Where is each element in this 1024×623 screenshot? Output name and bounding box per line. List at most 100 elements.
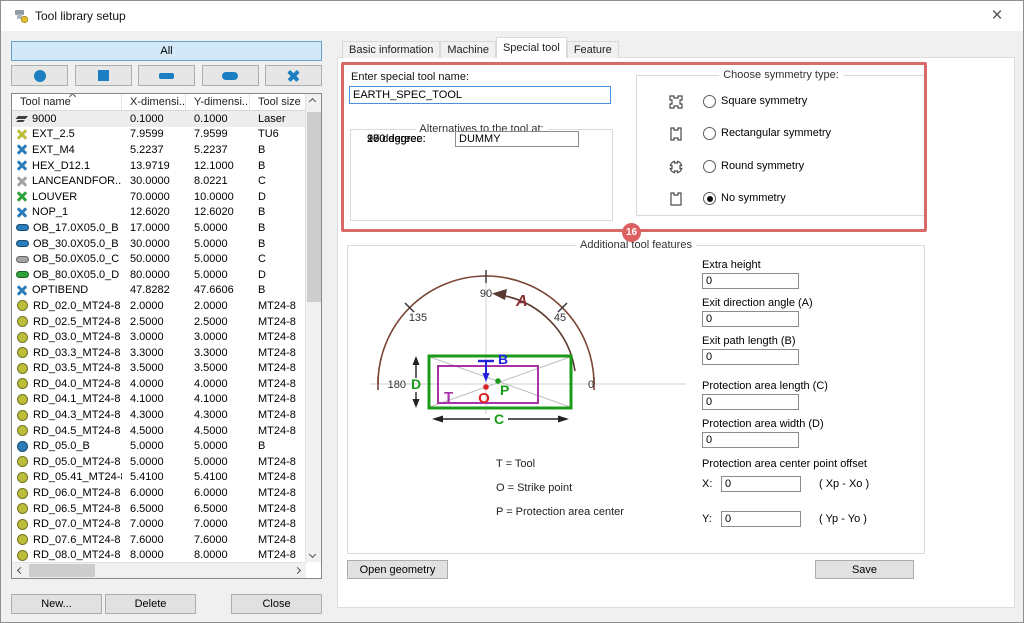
table-row[interactable]: RD_07.6_MT24-8 7.6000 7.6000 MT24-8 [12,532,306,548]
table-row[interactable]: LANCEANDFOR... 30.0000 8.0221 C [12,173,306,189]
table-row[interactable]: RD_06.5_MT24-8 6.5000 6.5000 MT24-8 [12,501,306,517]
offset-y-label: Y: [702,513,721,525]
feature-field-input[interactable] [702,349,799,365]
vertical-scrollbar-thumb[interactable] [307,112,321,302]
x-dimension-cell: 8.0000 [122,549,186,561]
tool-size-cell: D [250,191,306,203]
column-header-y-dimension[interactable]: Y-dimensi... [186,94,250,110]
tool-size-cell: MT24-8 [250,409,306,421]
symmetry-option-square[interactable]: Square symmetry [637,94,925,111]
square-symmetry-radio[interactable] [703,95,716,108]
square-symmetry-icon [667,93,685,111]
special-filter-button[interactable] [265,65,322,86]
table-row[interactable]: LOUVER 70.0000 10.0000 D [12,189,306,205]
tool-shape-icon [17,472,28,483]
horizontal-scrollbar[interactable] [12,562,306,578]
tool-name-cell: RD_04.1_MT24-8 [33,393,120,405]
delete-button[interactable]: Delete [105,594,196,614]
table-row[interactable]: OB_17.0X05.0_B 17.0000 5.0000 B [12,220,306,236]
offset-x-label: X: [702,478,721,490]
symmetry-option-round[interactable]: Round symmetry [637,159,925,176]
offset-y-input[interactable] [721,511,801,527]
tool-size-cell: D [250,269,306,281]
tab[interactable]: Special tool [496,37,567,58]
column-header-tool-size[interactable]: Tool size [250,94,306,110]
table-row[interactable]: RD_07.0_MT24-8 7.0000 7.0000 MT24-8 [12,516,306,532]
x-dimension-cell: 3.0000 [122,331,186,343]
table-row[interactable]: EXT_M4 5.2237 5.2237 B [12,142,306,158]
tool-size-cell: B [250,160,306,172]
svg-text:0: 0 [588,379,594,391]
column-header-x-dimension[interactable]: X-dimensi... [122,94,186,110]
tab[interactable]: Machine [440,41,496,58]
app-icon [13,8,29,24]
vertical-scrollbar[interactable] [305,94,321,562]
horizontal-scrollbar-thumb[interactable] [29,564,95,577]
open-geometry-button[interactable]: Open geometry [347,560,448,579]
save-button[interactable]: Save [815,560,914,579]
rectangle-filter-button[interactable] [138,65,195,86]
scroll-right-icon[interactable] [294,567,301,574]
close-dialog-button[interactable]: Close [231,594,322,614]
tab[interactable]: Feature [567,41,619,58]
x-dimension-cell: 5.4100 [122,471,186,483]
table-row[interactable]: OB_80.0X05.0_D 80.0000 5.0000 D [12,267,306,283]
symmetry-option-rectangular[interactable]: Rectangular symmetry [637,126,925,143]
square-filter-button[interactable] [75,65,132,86]
scroll-up-icon[interactable] [309,98,316,105]
tool-name-cell: RD_05.41_MT24-8 [33,471,122,483]
svg-text:A: A [515,293,528,310]
table-row[interactable]: OPTIBEND 47.8282 47.6606 B [12,283,306,299]
table-row[interactable]: RD_04.0_MT24-8 4.0000 4.0000 MT24-8 [12,376,306,392]
y-dimension-cell: 7.6000 [186,534,250,546]
circle-filter-button[interactable] [11,65,68,86]
table-row[interactable]: RD_03.3_MT24-8 3.3000 3.3000 MT24-8 [12,345,306,361]
feature-field-input[interactable] [702,394,799,410]
scroll-down-icon[interactable] [309,551,316,558]
tool-shape-icon [16,175,28,187]
special-tool-name-input[interactable] [349,86,611,104]
column-header-tool-name[interactable]: Tool name [12,94,122,110]
tab[interactable]: Basic information [342,41,440,58]
table-row[interactable]: RD_03.5_MT24-8 3.5000 3.5000 MT24-8 [12,361,306,377]
tool-size-cell: MT24-8 [250,534,306,546]
tool-size-cell: B [250,144,306,156]
feature-field-input[interactable] [702,273,799,289]
tool-shape-icon [16,144,28,156]
table-row[interactable]: RD_08.0_MT24-8 8.0000 8.0000 MT24-8 [12,548,306,563]
table-row[interactable]: RD_02.5_MT24-8 2.5000 2.5000 MT24-8 [12,314,306,330]
table-row[interactable]: OB_30.0X05.0_B 30.0000 5.0000 B [12,236,306,252]
table-row[interactable]: NOP_1 12.6020 12.6020 B [12,205,306,221]
rectangular-symmetry-label: Rectangular symmetry [721,127,831,139]
no-symmetry-radio[interactable] [703,192,716,205]
rectangular-symmetry-radio[interactable] [703,127,716,140]
tool-shape-icon [17,503,28,514]
tool-shape-icon [17,534,28,545]
feature-field-input[interactable] [702,432,799,448]
symmetry-option-none[interactable]: No symmetry [637,191,925,208]
alternative-tool-input[interactable] [455,131,579,147]
close-window-icon[interactable]: × [985,4,1009,28]
table-row[interactable]: RD_04.1_MT24-8 4.1000 4.1000 MT24-8 [12,392,306,408]
x-dimension-cell: 5.0000 [122,456,186,468]
table-row[interactable]: RD_05.41_MT24-8 5.4100 5.4100 MT24-8 [12,470,306,486]
table-row[interactable]: HEX_D12.1 13.9719 12.1000 B [12,158,306,174]
obround-filter-button[interactable] [202,65,259,86]
round-symmetry-radio[interactable] [703,160,716,173]
table-row[interactable]: EXT_2.5 7.9599 7.9599 TU6 [12,127,306,143]
table-row[interactable]: RD_06.0_MT24-8 6.0000 6.0000 MT24-8 [12,485,306,501]
table-row[interactable]: 9000 0.1000 0.1000 Laser [12,111,306,127]
scroll-left-icon[interactable] [17,567,24,574]
feature-field-input[interactable] [702,311,799,327]
table-row[interactable]: RD_04.5_MT24-8 4.5000 4.5000 MT24-8 [12,423,306,439]
all-filter-button[interactable]: All [11,41,322,61]
new-button[interactable]: New... [11,594,102,614]
table-row[interactable]: RD_02.0_MT24-8 2.0000 2.0000 MT24-8 [12,298,306,314]
table-row[interactable]: RD_05.0_MT24-8 5.0000 5.0000 MT24-8 [12,454,306,470]
table-row[interactable]: RD_04.3_MT24-8 4.3000 4.3000 MT24-8 [12,407,306,423]
table-row[interactable]: OB_50.0X05.0_C 50.0000 5.0000 C [12,251,306,267]
table-row[interactable]: RD_05.0_B 5.0000 5.0000 B [12,438,306,454]
offset-x-input[interactable] [721,476,801,492]
tool-size-cell: B [250,222,306,234]
table-row[interactable]: RD_03.0_MT24-8 3.0000 3.0000 MT24-8 [12,329,306,345]
